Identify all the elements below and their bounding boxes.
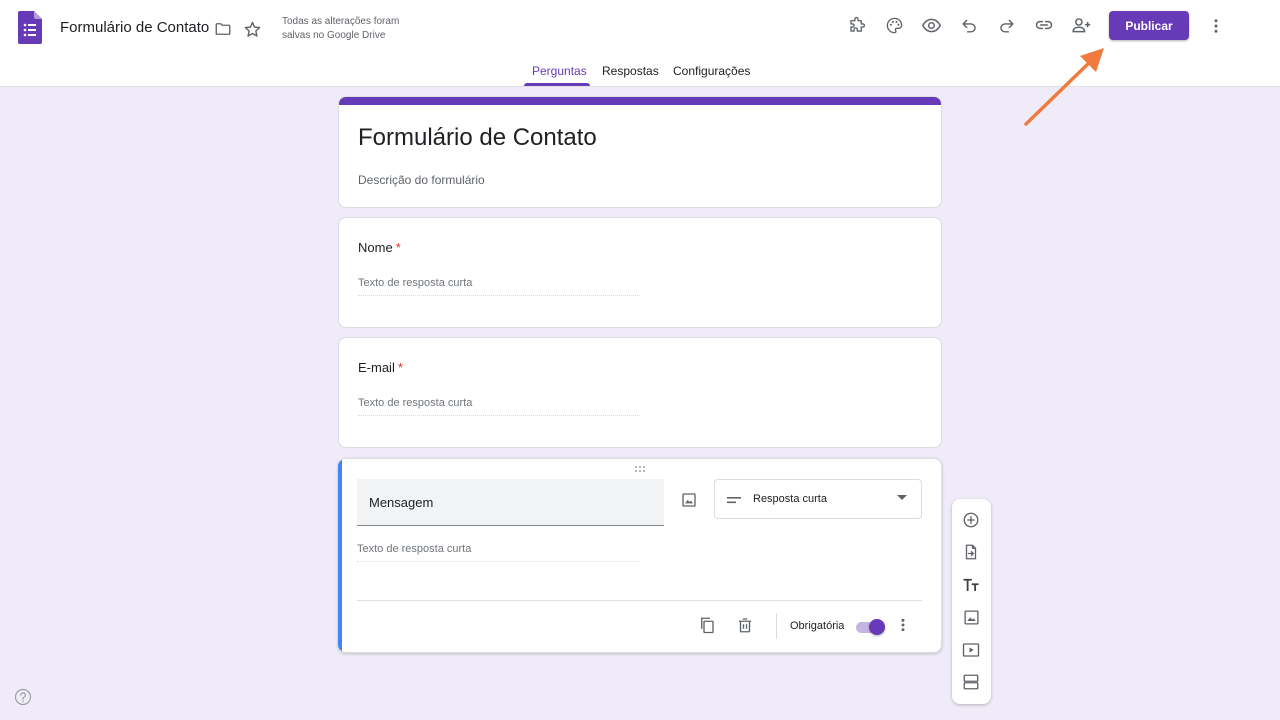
duplicate-icon[interactable] xyxy=(695,613,719,637)
required-toggle[interactable] xyxy=(856,619,886,635)
form-description[interactable]: Descrição do formulário xyxy=(358,173,485,187)
add-title-icon[interactable] xyxy=(960,574,982,596)
toggle-thumb xyxy=(869,619,885,635)
form-header-card[interactable]: Formulário de Contato Descrição do formu… xyxy=(338,96,942,208)
active-card-indicator xyxy=(338,459,342,652)
question-type-dropdown[interactable]: Resposta curta xyxy=(714,479,922,519)
required-asterisk: * xyxy=(397,360,403,375)
app-header: Formulário de Contato Todas as alteraçõe… xyxy=(0,0,1280,87)
form-title[interactable]: Formulário de Contato xyxy=(358,124,597,152)
add-image-icon[interactable] xyxy=(960,606,982,628)
question-card-mensagem[interactable]: Resposta curta Texto de resposta curta O… xyxy=(338,458,942,653)
active-tab-indicator xyxy=(524,83,590,86)
footer-divider xyxy=(776,613,777,639)
add-collaborator-icon[interactable] xyxy=(1068,12,1094,38)
delete-icon[interactable] xyxy=(733,613,757,637)
redo-icon[interactable] xyxy=(993,12,1019,38)
add-question-icon[interactable] xyxy=(960,509,982,531)
question-card-nome[interactable]: Nome * Texto de resposta curta xyxy=(338,217,942,328)
question-title: E-mail * xyxy=(358,360,403,375)
theme-color-bar xyxy=(339,97,941,105)
undo-icon[interactable] xyxy=(956,12,982,38)
form-tabs: Perguntas Respostas Configurações xyxy=(0,54,1280,87)
question-card-email[interactable]: E-mail * Texto de resposta curta xyxy=(338,337,942,448)
short-answer-icon xyxy=(727,497,741,504)
save-status: Todas as alterações foram salvas no Goog… xyxy=(282,16,400,41)
question-type-label: Resposta curta xyxy=(753,493,827,505)
answer-placeholder: Texto de resposta curta xyxy=(357,543,639,562)
drag-handle-icon[interactable] xyxy=(634,465,646,473)
folder-icon[interactable] xyxy=(211,17,235,41)
tab-perguntas[interactable]: Perguntas xyxy=(532,64,587,78)
card-divider xyxy=(357,600,922,601)
addon-icon[interactable] xyxy=(843,12,869,38)
side-toolbar xyxy=(952,499,991,704)
tab-respostas[interactable]: Respostas xyxy=(602,64,659,78)
add-video-icon[interactable] xyxy=(960,639,982,661)
import-questions-icon[interactable] xyxy=(960,541,982,563)
question-more-icon[interactable] xyxy=(891,613,915,637)
answer-placeholder: Texto de resposta curta xyxy=(358,277,640,296)
chevron-down-icon xyxy=(897,495,907,500)
publish-button[interactable]: Publicar xyxy=(1109,11,1189,40)
tab-configuracoes[interactable]: Configurações xyxy=(673,64,750,78)
link-icon[interactable] xyxy=(1031,12,1057,38)
palette-icon[interactable] xyxy=(881,12,907,38)
preview-icon[interactable] xyxy=(918,12,944,38)
help-icon[interactable] xyxy=(14,688,32,706)
add-section-icon[interactable] xyxy=(960,671,982,693)
add-image-icon[interactable] xyxy=(678,489,700,511)
required-label: Obrigatória xyxy=(790,620,845,632)
more-vert-icon[interactable] xyxy=(1204,14,1228,38)
required-asterisk: * xyxy=(395,240,401,255)
google-forms-logo-icon[interactable] xyxy=(18,11,42,44)
answer-placeholder: Texto de resposta curta xyxy=(358,397,640,416)
document-title[interactable]: Formulário de Contato xyxy=(60,19,209,36)
star-icon[interactable] xyxy=(240,17,264,41)
question-title-input[interactable] xyxy=(357,479,664,526)
question-title: Nome * xyxy=(358,240,401,255)
